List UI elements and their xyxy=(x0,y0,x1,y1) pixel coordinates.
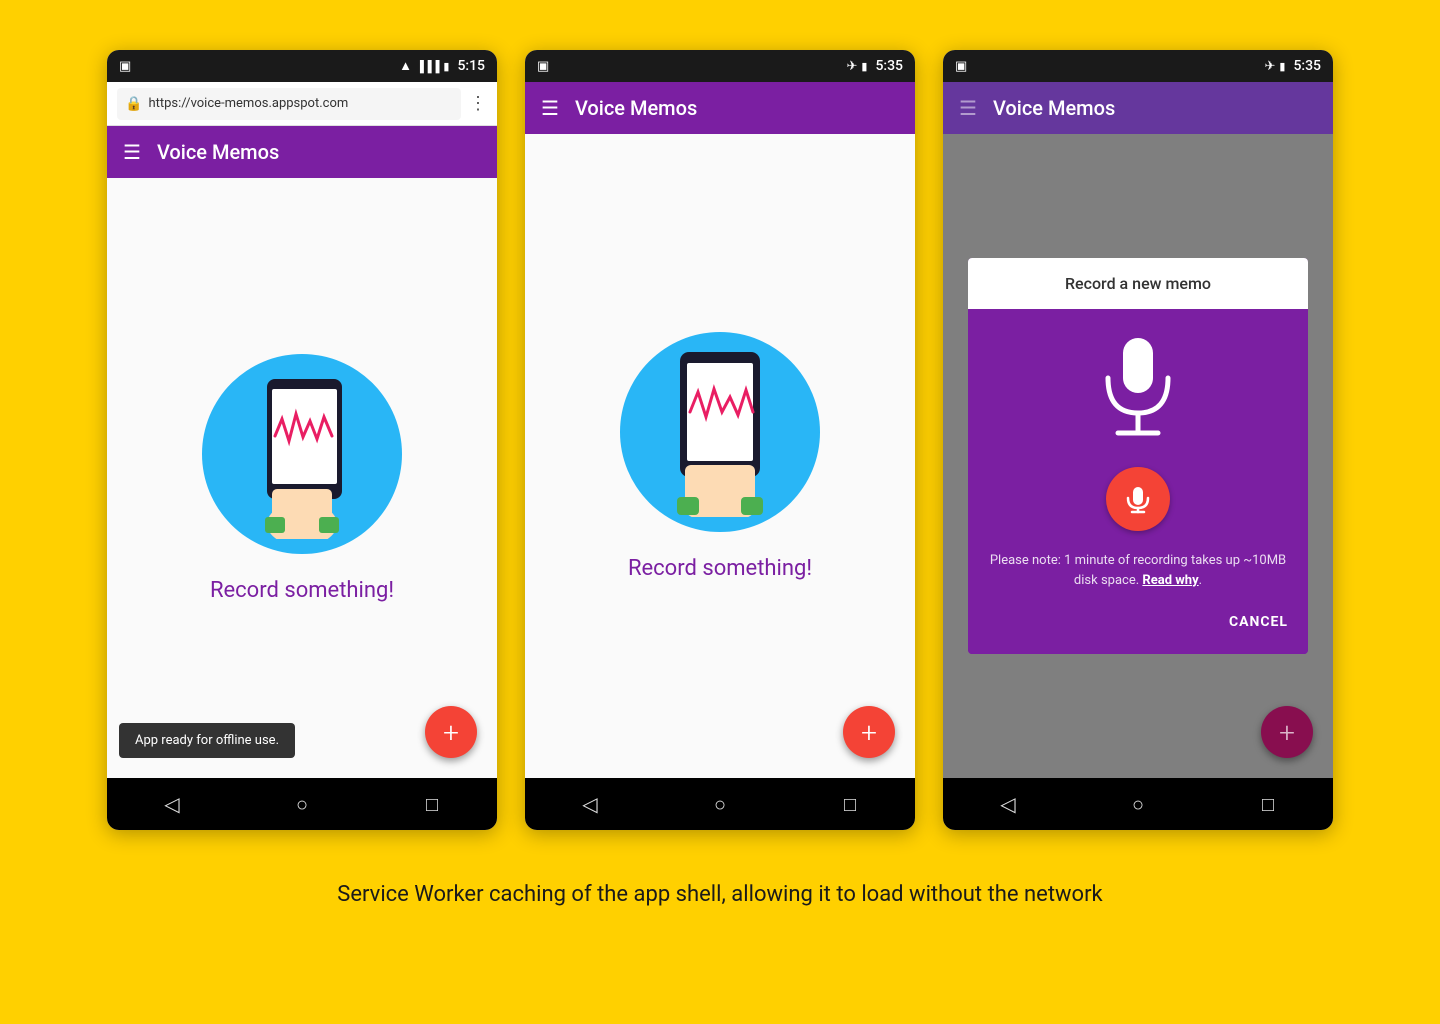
circle-illustration-2 xyxy=(620,332,820,532)
record-text-2: Record something! xyxy=(628,556,812,581)
phone-2: ▣ ✈ ▮ 5:35 ☰ Voice Memos xyxy=(525,50,915,830)
status-bar-1: ▣ ▲ ▐▐▐ ▮ 5:15 xyxy=(107,50,497,82)
phone-3: ▣ ✈ ▮ 5:35 ☰ Voice Memos Record a new me… xyxy=(943,50,1333,830)
hamburger-icon-3[interactable]: ☰ xyxy=(959,96,977,120)
dialog-body: Please note: 1 minute of recording takes… xyxy=(968,309,1308,654)
time-display-2: 5:35 xyxy=(875,58,903,74)
lock-icon: 🔒 xyxy=(125,96,142,112)
fab-label-2: + xyxy=(861,716,877,749)
hamburger-icon-1[interactable]: ☰ xyxy=(123,140,141,164)
snackbar-1: App ready for offline use. xyxy=(119,723,295,758)
fab-label-1: + xyxy=(443,716,459,749)
circle-illustration-1 xyxy=(202,354,402,554)
recents-button-1[interactable]: □ xyxy=(407,784,457,824)
mic-small-icon xyxy=(1123,484,1153,514)
home-button-3[interactable]: ○ xyxy=(1113,784,1163,824)
phone1-content: Record something! App ready for offline … xyxy=(107,178,497,778)
url-text: https://voice-memos.appspot.com xyxy=(148,96,348,111)
mic-large-icon xyxy=(1093,333,1183,447)
snackbar-text-1: App ready for offline use. xyxy=(135,733,279,748)
home-button-2[interactable]: ○ xyxy=(695,784,745,824)
dialog-note-text: Please note: 1 minute of recording takes… xyxy=(990,553,1286,588)
app-title-2: Voice Memos xyxy=(575,96,697,120)
record-button[interactable] xyxy=(1106,467,1170,531)
back-button-1[interactable]: ◁ xyxy=(147,784,197,824)
app-title-1: Voice Memos xyxy=(157,140,279,164)
hamburger-icon-2[interactable]: ☰ xyxy=(541,96,559,120)
phone3-content: Record a new memo xyxy=(943,134,1333,778)
nav-bar-1: ◁ ○ □ xyxy=(107,778,497,830)
recents-button-2[interactable]: □ xyxy=(825,784,875,824)
time-display-3: 5:35 xyxy=(1293,58,1321,74)
browser-bar: 🔒 https://voice-memos.appspot.com ⋮ xyxy=(107,82,497,126)
phone2-content: Record something! + xyxy=(525,134,915,778)
status-bar-3: ▣ ✈ ▮ 5:35 xyxy=(943,50,1333,82)
phones-container: ▣ ▲ ▐▐▐ ▮ 5:15 🔒 https://voice-memos.app… xyxy=(107,50,1333,830)
phone-illustration-1 xyxy=(237,369,367,539)
status-icons-1: ▲ ▐▐▐ ▮ xyxy=(399,58,449,74)
recents-button-3[interactable]: □ xyxy=(1243,784,1293,824)
battery-icon-3: ▮ xyxy=(1279,60,1285,73)
status-icons-2: ✈ ▮ xyxy=(846,59,867,74)
microphone-svg xyxy=(1093,333,1183,443)
wifi-icon: ▲ xyxy=(399,58,412,74)
app-bar-2: ☰ Voice Memos xyxy=(525,82,915,134)
home-button-1[interactable]: ○ xyxy=(277,784,327,824)
airplane-icon-3: ✈ xyxy=(1264,59,1275,74)
fab-3[interactable]: + xyxy=(1261,706,1313,758)
fab-2[interactable]: + xyxy=(843,706,895,758)
fab-1[interactable]: + xyxy=(425,706,477,758)
nav-bar-3: ◁ ○ □ xyxy=(943,778,1333,830)
record-text-1: Record something! xyxy=(210,578,394,603)
dialog-title: Record a new memo xyxy=(968,258,1308,309)
airplane-icon-2: ✈ xyxy=(846,59,857,74)
phone-1: ▣ ▲ ▐▐▐ ▮ 5:15 🔒 https://voice-memos.app… xyxy=(107,50,497,830)
app-bar-1: ☰ Voice Memos xyxy=(107,126,497,178)
tablet-icon: ▣ xyxy=(119,59,131,74)
dialog-note: Please note: 1 minute of recording takes… xyxy=(988,551,1288,590)
cancel-button[interactable]: CANCEL xyxy=(1229,606,1288,638)
read-why-link[interactable]: Read why xyxy=(1142,573,1198,588)
tablet-icon-3: ▣ xyxy=(955,59,967,74)
battery-icon: ▮ xyxy=(443,60,449,73)
back-button-2[interactable]: ◁ xyxy=(565,784,615,824)
status-bar-2: ▣ ✈ ▮ 5:35 xyxy=(525,50,915,82)
time-display-1: 5:15 xyxy=(457,58,485,74)
app-bar-3: ☰ Voice Memos xyxy=(943,82,1333,134)
back-button-3[interactable]: ◁ xyxy=(983,784,1033,824)
caption-text: Service Worker caching of the app shell,… xyxy=(337,880,1102,911)
fab-label-3: + xyxy=(1279,716,1295,749)
phone-illustration-2 xyxy=(655,347,785,517)
browser-menu-dots[interactable]: ⋮ xyxy=(469,93,487,114)
tablet-icon-2: ▣ xyxy=(537,59,549,74)
signal-icon: ▐▐▐ xyxy=(416,60,439,73)
battery-icon-2: ▮ xyxy=(861,60,867,73)
nav-bar-2: ◁ ○ □ xyxy=(525,778,915,830)
url-bar[interactable]: 🔒 https://voice-memos.appspot.com xyxy=(117,88,461,120)
record-dialog: Record a new memo xyxy=(968,258,1308,654)
status-icons-3: ✈ ▮ xyxy=(1264,59,1285,74)
app-title-3: Voice Memos xyxy=(993,96,1115,120)
